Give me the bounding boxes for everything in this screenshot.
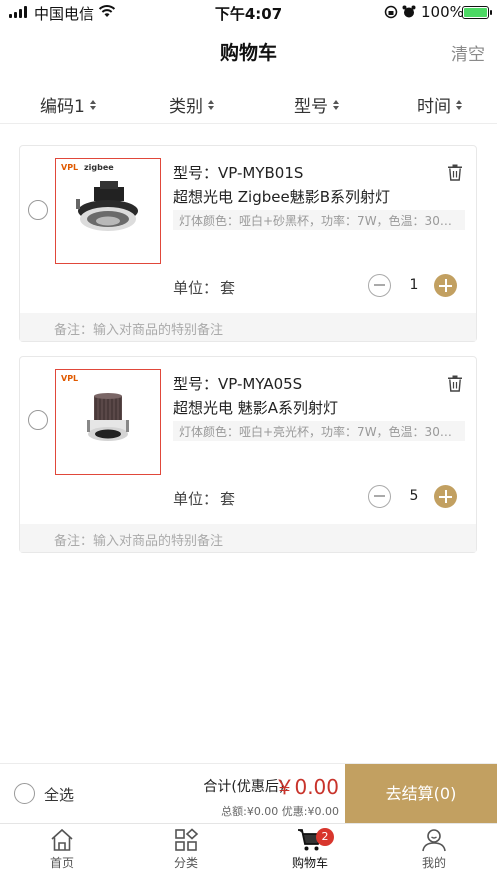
spotlight-image — [76, 181, 138, 231]
sort-arrows-icon — [333, 99, 339, 110]
unit-value: 套 — [220, 279, 236, 297]
tab-cart[interactable]: 购物车 2 — [270, 828, 350, 871]
quantity-value[interactable]: 5 — [400, 488, 428, 504]
battery-percent: 100% — [421, 3, 464, 21]
trash-icon[interactable] — [447, 164, 463, 181]
sort-arrows-icon — [456, 99, 462, 110]
unit-label: 单位： — [173, 490, 219, 508]
checkout-bar: 全选 合计(优惠后): ￥0.00 总额:¥0.00 优惠:¥0.00 去结算(… — [0, 763, 497, 824]
select-all-checkbox[interactable] — [14, 783, 35, 804]
product-spec: 灯体颜色：哑白+亮光杯，功率：7W，色温：3000K — [173, 421, 465, 441]
sort-by-model[interactable]: 型号 — [294, 92, 339, 117]
increase-quantity-button[interactable] — [434, 485, 457, 508]
sort-by-code[interactable]: 编码1 — [40, 92, 96, 117]
increase-quantity-button[interactable] — [434, 274, 457, 297]
spotlight-image — [87, 393, 129, 441]
sort-by-time[interactable]: 时间 — [417, 92, 462, 117]
item-select-checkbox[interactable] — [28, 410, 48, 430]
brand-logo: VPL — [61, 374, 79, 383]
profile-icon — [422, 829, 446, 852]
unit-value: 套 — [220, 490, 236, 508]
item-note-input[interactable]: 备注：输入对商品的特别备注 — [20, 524, 476, 552]
rotation-lock-icon — [384, 5, 398, 19]
decrease-quantity-button[interactable] — [368, 485, 391, 508]
home-icon — [51, 828, 73, 851]
tab-bar: 首页 分类 购物车 2 我的 — [0, 823, 497, 883]
tab-profile[interactable]: 我的 — [394, 828, 474, 871]
product-image[interactable]: VPL — [55, 369, 161, 475]
brand-logo: VPL — [61, 163, 79, 172]
status-bar: 中国电信 下午4:07 100% — [0, 0, 497, 24]
category-icon — [175, 828, 199, 851]
product-spec: 灯体颜色：哑白+砂黑杯，功率：7W，色温：3000K — [173, 210, 465, 230]
unit-label: 单位： — [173, 279, 219, 297]
price-summary: 总额:¥0.00 优惠:¥0.00 — [221, 805, 339, 818]
product-model: 型号：VP-MYB01S — [173, 164, 304, 182]
alarm-icon — [402, 5, 416, 18]
item-select-checkbox[interactable] — [28, 200, 48, 220]
item-note-input[interactable]: 备注：输入对商品的特别备注 — [20, 313, 476, 341]
clear-cart-button[interactable]: 清空 — [451, 40, 485, 65]
product-model: 型号：VP-MYA05S — [173, 375, 303, 393]
nav-bar: 购物车 清空 — [0, 28, 497, 74]
sort-arrows-icon — [89, 99, 96, 110]
page-title: 购物车 — [219, 42, 277, 64]
cart-item: VPL 型号：VP-MYA05S 超想光电 魅影A系列射灯 灯体颜色：哑白+亮光… — [19, 356, 477, 553]
trash-icon[interactable] — [447, 375, 463, 392]
quantity-value[interactable]: 1 — [400, 277, 428, 293]
cart-count-badge: 2 — [316, 828, 334, 846]
tab-home[interactable]: 首页 — [22, 828, 102, 871]
battery-icon — [462, 6, 492, 19]
select-all-label[interactable]: 全选 — [44, 784, 74, 805]
checkout-button[interactable]: 去结算(0) — [345, 764, 497, 824]
zigbee-logo: zigbee — [84, 163, 114, 172]
tab-category[interactable]: 分类 — [146, 828, 226, 871]
product-name: 超想光电 Zigbee魅影B系列射灯 — [173, 188, 391, 206]
product-image[interactable]: VPL zigbee — [55, 158, 161, 264]
product-name: 超想光电 魅影A系列射灯 — [173, 399, 339, 417]
decrease-quantity-button[interactable] — [368, 274, 391, 297]
sort-bar: 编码1 类别 型号 时间 — [0, 80, 497, 124]
total-price: ￥0.00 — [274, 775, 339, 799]
cart-item: VPL zigbee 型号：VP-MYB01S 超想光电 Zigbee魅影B系列… — [19, 145, 477, 342]
sort-by-category[interactable]: 类别 — [169, 92, 214, 117]
sort-arrows-icon — [208, 99, 214, 110]
